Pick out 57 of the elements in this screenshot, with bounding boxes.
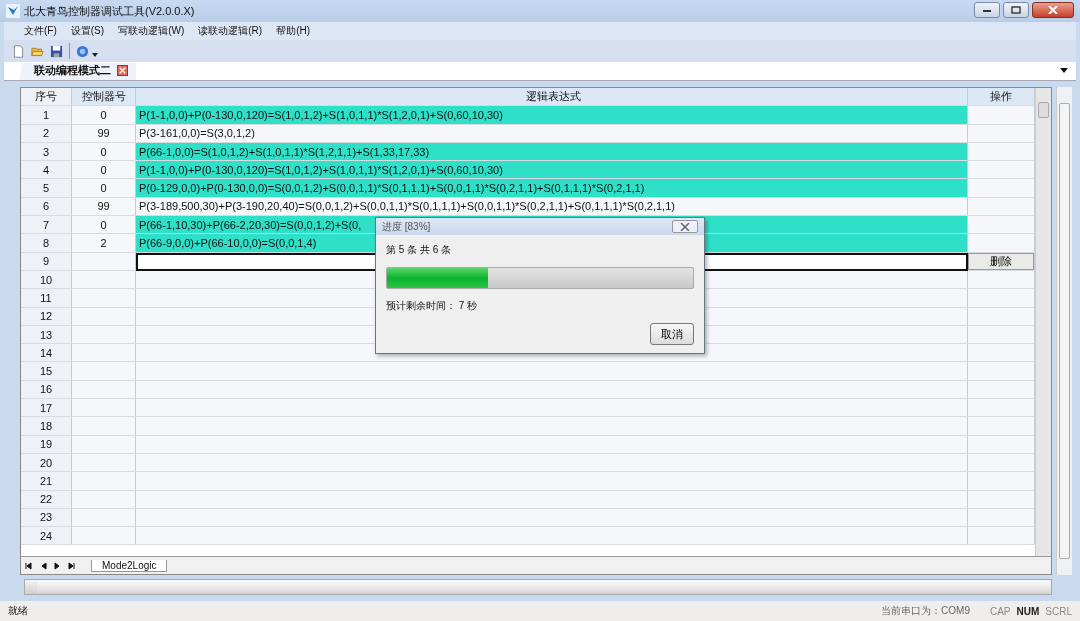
bird-icon (6, 4, 20, 18)
menu-item[interactable]: 设置(S) (70, 24, 105, 38)
close-button[interactable] (1032, 2, 1074, 18)
table-cell: 15 (21, 362, 72, 381)
table-cell: 4 (21, 161, 72, 180)
table-cell: 7 (21, 216, 72, 235)
maximize-button[interactable] (1003, 2, 1029, 18)
table-cell: 0 (72, 216, 136, 235)
column-header[interactable]: 序号 (21, 88, 72, 107)
save-icon[interactable] (50, 44, 63, 58)
table-cell: P(0-129,0,0)+P(0-130,0,0)=S(0,0,1,2)+S(0,0,1,1)*S(0,1,1,1)+S(0,0,1,1)*S(0,2,1,1)+S(0,1,1,1)*S(0,2,1,1) (136, 179, 968, 198)
column-header[interactable]: 控制器号 (72, 88, 136, 107)
close-icon (680, 222, 690, 231)
scrollbar[interactable] (24, 579, 1052, 595)
dialog-title: 进度 [83%] (382, 219, 431, 234)
table-cell: 5 (21, 179, 72, 198)
table-cell: 0 (72, 106, 136, 125)
sheet-tab[interactable]: Mode2Logic (91, 559, 168, 572)
close-icon (1048, 6, 1058, 14)
minimize-icon (982, 7, 992, 13)
key-indicator: NUM (1016, 605, 1040, 617)
cancel-button[interactable]: 取消 (650, 323, 694, 345)
new-file-icon[interactable] (12, 44, 25, 58)
table-cell: P(1-1,0,0)+P(0-130,0,120)=S(1,0,1,2)+S(1,0,1,1)*S(1,2,0,1)+S(0,60,10,30) (136, 161, 968, 180)
table-cell: P(1-1,0,0)+P(0-130,0,120)=S(1,0,1,2)+S(1,0,1,1)*S(1,2,0,1)+S(0,60,10,30) (136, 106, 968, 125)
table-cell: 8 (21, 234, 72, 253)
menu-item[interactable]: 读联动逻辑(R) (198, 24, 263, 38)
status-text: 就绪 (8, 604, 29, 618)
remaining-time: 预计剩余时间： 7 秒 (386, 299, 479, 313)
close-button[interactable] (672, 220, 698, 233)
table-cell: 11 (21, 289, 72, 308)
column-header[interactable]: 逻辑表达式 (136, 88, 968, 107)
scrollbar[interactable] (1056, 87, 1072, 575)
key-indicator: SCRL (1045, 605, 1072, 617)
port-status: 当前串口为：COM9 (881, 604, 970, 618)
window-title: 北大青鸟控制器调试工具(V2.0.0.X) (24, 3, 196, 19)
menu-item[interactable]: 文件(F) (24, 24, 57, 38)
table-cell: 24 (21, 527, 72, 546)
close-icon[interactable] (117, 65, 128, 76)
scrollbar[interactable] (1035, 88, 1051, 556)
menu-item[interactable]: 写联动逻辑(W) (118, 24, 185, 38)
table-cell: 18 (21, 417, 72, 436)
table-cell: 21 (21, 472, 72, 491)
table-cell: 1 (21, 106, 72, 125)
tab-label: 联动编程模式二 (34, 63, 111, 78)
minimize-button[interactable] (974, 2, 1000, 18)
column-header[interactable]: 操作 (968, 88, 1035, 107)
dropdown-icon[interactable] (1060, 68, 1068, 73)
maximize-icon (1011, 6, 1021, 14)
caret-icon[interactable] (92, 53, 98, 57)
menu-item[interactable]: 帮助(H) (276, 24, 310, 38)
table-cell: 0 (72, 179, 136, 198)
table-cell: 17 (21, 399, 72, 418)
key-indicator: CAP (989, 605, 1011, 617)
table-cell: 14 (21, 344, 72, 363)
table-cell: 2 (72, 234, 136, 253)
table-cell: 0 (72, 161, 136, 180)
